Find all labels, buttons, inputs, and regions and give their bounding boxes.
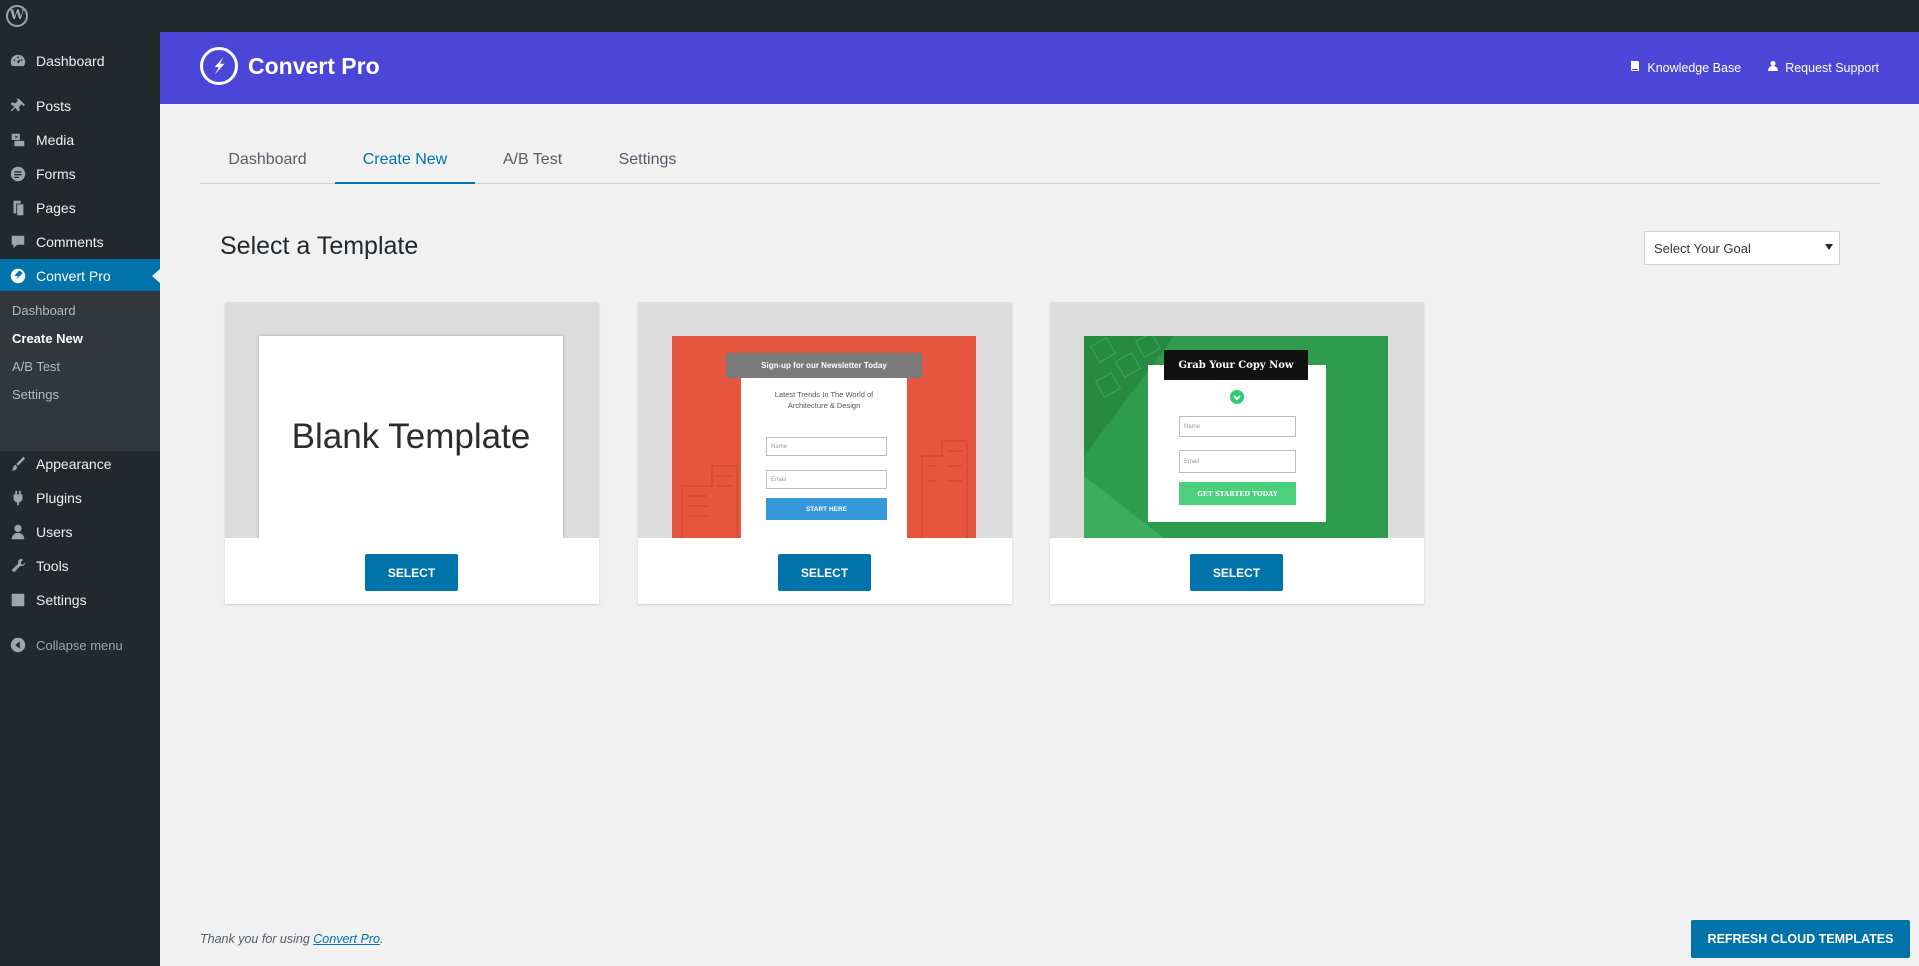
sidebar-item-forms[interactable]: Forms bbox=[0, 157, 160, 191]
sidebar-item-label: Media bbox=[36, 132, 75, 148]
select-button[interactable]: SELECT bbox=[778, 554, 871, 591]
sidebar-item-pages[interactable]: Pages bbox=[0, 191, 160, 225]
knowledge-base-label: Knowledge Base bbox=[1647, 60, 1742, 75]
template-preview[interactable]: Latest Trends In The World of Architectu… bbox=[638, 302, 1012, 538]
select-button[interactable]: SELECT bbox=[365, 554, 458, 591]
check-circle-icon bbox=[1230, 390, 1244, 404]
plug-icon bbox=[0, 489, 36, 507]
email-field: Email bbox=[1179, 450, 1296, 473]
caret-down-icon bbox=[1825, 244, 1833, 250]
admin-bar: W bbox=[0, 0, 1919, 32]
request-support-label: Request Support bbox=[1785, 60, 1879, 75]
grab-copy-banner: Grab Your Copy Now bbox=[1164, 350, 1308, 380]
sidebar-item-users[interactable]: Users bbox=[0, 515, 160, 549]
collapse-menu-label: Collapse menu bbox=[36, 637, 123, 653]
page-title: Select a Template bbox=[220, 232, 419, 260]
header-links: Knowledge Base Request Support bbox=[1629, 60, 1879, 75]
newsletter-banner: Sign-up for our Newsletter Today bbox=[726, 353, 922, 378]
sidebar-item-media[interactable]: Media bbox=[0, 123, 160, 157]
sidebar-item-comments[interactable]: Comments bbox=[0, 225, 160, 259]
get-started-button: GET STARTED TODAY bbox=[1179, 482, 1296, 505]
footer-thanks-prefix: Thank you for using bbox=[200, 932, 314, 946]
template-thumbnail: Name Email GET STARTED TODAY Grab Your C… bbox=[1084, 336, 1388, 538]
comment-icon bbox=[0, 233, 36, 251]
admin-sidebar: Dashboard Posts Media Forms Pages Commen… bbox=[0, 32, 160, 966]
sidebar-item-posts[interactable]: Posts bbox=[0, 89, 160, 123]
pin-icon bbox=[0, 97, 36, 115]
sidebar-item-dashboard[interactable]: Dashboard bbox=[0, 44, 160, 78]
optin-box: Latest Trends In The World of Architectu… bbox=[741, 373, 907, 538]
knowledge-base-link[interactable]: Knowledge Base bbox=[1629, 60, 1741, 75]
sidebar-item-label: Plugins bbox=[36, 490, 82, 506]
optin-box: Name Email GET STARTED TODAY bbox=[1148, 365, 1326, 522]
wrench-icon bbox=[0, 557, 36, 575]
nav-tabs: Dashboard Create New A/B Test Settings bbox=[200, 137, 1880, 184]
user-icon bbox=[1767, 60, 1779, 75]
sidebar-item-label: Dashboard bbox=[36, 53, 105, 69]
goal-select[interactable]: Select Your Goal bbox=[1644, 231, 1840, 265]
submenu-item-settings[interactable]: Settings bbox=[12, 387, 59, 402]
brush-icon bbox=[0, 455, 36, 473]
tab-create-new[interactable]: Create New bbox=[335, 137, 475, 184]
user-icon bbox=[0, 523, 36, 541]
book-icon bbox=[1629, 60, 1641, 75]
collapse-icon bbox=[0, 636, 36, 654]
tab-settings[interactable]: Settings bbox=[590, 137, 705, 183]
sidebar-item-label: Forms bbox=[36, 166, 76, 182]
name-field: Name bbox=[1179, 416, 1296, 437]
email-field: Email bbox=[766, 470, 887, 489]
sidebar-item-label: Posts bbox=[36, 98, 72, 114]
sidebar-item-plugins[interactable]: Plugins bbox=[0, 481, 160, 515]
name-field: Name bbox=[766, 437, 887, 456]
convert-pro-logo-icon bbox=[200, 47, 238, 85]
pages-icon bbox=[0, 199, 36, 217]
template-thumbnail: Latest Trends In The World of Architectu… bbox=[672, 336, 976, 538]
sidebar-item-settings[interactable]: Settings bbox=[0, 583, 160, 617]
subtext-line-1: Latest Trends In The World of bbox=[774, 390, 874, 399]
convert-pro-link[interactable]: Convert Pro bbox=[313, 932, 380, 946]
optin-subtext: Latest Trends In The World of Architectu… bbox=[741, 389, 907, 411]
footer-thanks: Thank you for using Convert Pro. bbox=[200, 932, 383, 946]
template-card-blank: Blank Template SELECT bbox=[225, 302, 599, 604]
sidebar-item-label: Convert Pro bbox=[36, 268, 111, 284]
footer-suffix: . bbox=[379, 932, 384, 946]
tab-dashboard[interactable]: Dashboard bbox=[200, 137, 335, 183]
blank-template-title: Blank Template bbox=[291, 417, 531, 456]
sidebar-item-label: Tools bbox=[36, 558, 69, 574]
sidebar-item-appearance[interactable]: Appearance bbox=[0, 447, 160, 481]
submenu-item-ab-test[interactable]: A/B Test bbox=[12, 359, 60, 374]
request-support-link[interactable]: Request Support bbox=[1767, 60, 1879, 75]
sidebar-item-label: Users bbox=[36, 524, 73, 540]
convert-pro-icon bbox=[0, 267, 36, 285]
sidebar-item-tools[interactable]: Tools bbox=[0, 549, 160, 583]
settings-icon bbox=[0, 591, 36, 609]
convert-pro-submenu: Dashboard Create New A/B Test Settings bbox=[0, 291, 160, 451]
template-card-grab-copy: Name Email GET STARTED TODAY Grab Your C… bbox=[1050, 302, 1424, 604]
submenu-item-create-new[interactable]: Create New bbox=[12, 331, 83, 346]
sidebar-item-label: Settings bbox=[36, 592, 87, 608]
brand-name: Convert Pro bbox=[248, 52, 380, 79]
sidebar-item-label: Pages bbox=[36, 200, 76, 216]
forms-icon bbox=[0, 165, 36, 183]
submenu-item-dashboard[interactable]: Dashboard bbox=[12, 303, 76, 318]
template-card-newsletter: Latest Trends In The World of Architectu… bbox=[638, 302, 1012, 604]
sidebar-item-convert-pro[interactable]: Convert Pro bbox=[0, 259, 160, 293]
brand-logo[interactable]: Convert Pro bbox=[200, 47, 380, 85]
dashboard-icon bbox=[0, 52, 36, 70]
media-icon bbox=[0, 131, 36, 149]
collapse-menu-button[interactable]: Collapse menu bbox=[0, 628, 160, 662]
subtext-line-2: Architecture & Design bbox=[787, 401, 861, 410]
goal-select-value: Select Your Goal bbox=[1654, 240, 1751, 256]
template-preview[interactable]: Blank Template bbox=[225, 302, 599, 538]
template-preview[interactable]: Name Email GET STARTED TODAY Grab Your C… bbox=[1050, 302, 1424, 538]
wordpress-icon[interactable]: W bbox=[6, 5, 28, 27]
tab-ab-test[interactable]: A/B Test bbox=[475, 137, 590, 183]
sidebar-item-label: Appearance bbox=[36, 456, 112, 472]
sidebar-item-label: Comments bbox=[36, 234, 104, 250]
plugin-header: Convert Pro Knowledge Base Request Suppo… bbox=[160, 32, 1919, 104]
refresh-cloud-templates-button[interactable]: REFRESH CLOUD TEMPLATES bbox=[1691, 920, 1910, 958]
template-thumbnail: Blank Template bbox=[259, 336, 563, 538]
select-button[interactable]: SELECT bbox=[1190, 554, 1283, 591]
start-here-button: START HERE bbox=[766, 498, 887, 520]
